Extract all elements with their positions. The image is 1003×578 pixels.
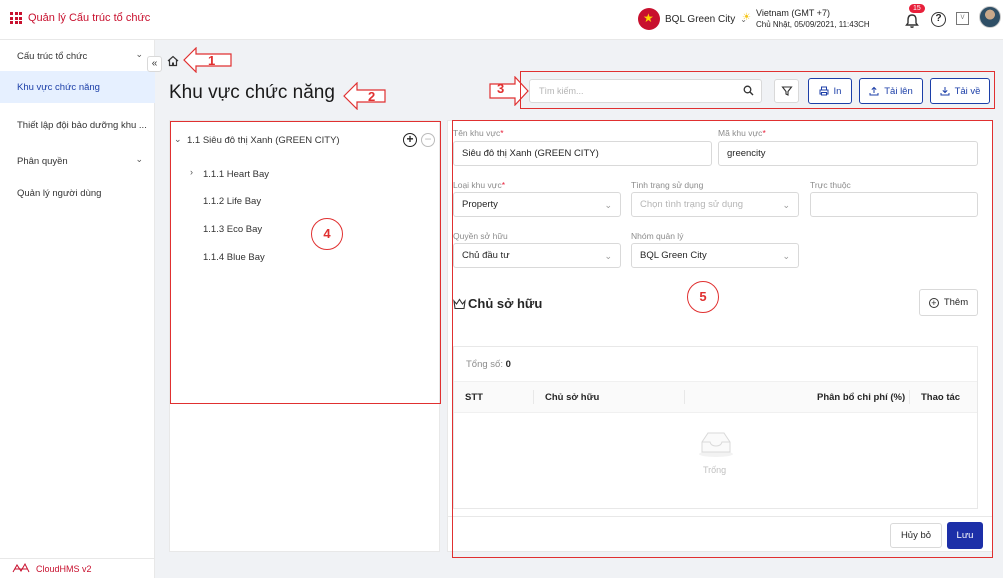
datetime-label: Chủ Nhật, 05/09/2021, 11:43CH (756, 20, 870, 29)
sun-icon: ☀ (742, 12, 751, 23)
apps-grid-icon[interactable] (10, 12, 22, 24)
footer-brand: CloudHMS v2 (36, 563, 92, 574)
sidebar-item-label: Quản lý người dùng (17, 187, 102, 199)
bell-icon[interactable] (904, 13, 920, 29)
collapse-sidebar-button[interactable]: « (147, 56, 162, 72)
sidebar-footer: CloudHMS v2 (0, 558, 155, 578)
sidebar-item-permissions[interactable]: Phân quyền ⌄ (0, 145, 155, 177)
annotation-marker-5: 5 (687, 281, 719, 313)
sidebar-item-label: Phân quyền (17, 155, 68, 167)
user-avatar[interactable] (979, 6, 1001, 28)
org-logo-icon (638, 8, 660, 30)
sidebar-item-user-management[interactable]: Quản lý người dùng (0, 177, 155, 209)
annotation-marker-2: 2 (368, 89, 376, 104)
notification-badge: 15 (909, 4, 925, 13)
annotation-box-toolbar (520, 71, 995, 109)
app-title[interactable]: Quản lý Cấu trúc tổ chức (10, 12, 150, 24)
annotation-arrow-left-icon (343, 82, 386, 110)
org-name: BQL Green City (665, 13, 736, 25)
annotation-marker-4: 4 (311, 218, 343, 250)
sidebar: Cấu trúc tổ chức ⌄ Khu vực chức năng Thi… (0, 40, 155, 578)
timezone-block: ☀ Vietnam (GMT +7) Chủ Nhật, 05/09/2021,… (742, 8, 870, 30)
timezone-label: Vietnam (GMT +7) (756, 8, 830, 18)
app-title-text: Quản lý Cấu trúc tổ chức (28, 12, 151, 24)
annotation-marker-1: 1 (208, 53, 216, 68)
sidebar-item-functional-areas[interactable]: Khu vực chức năng (0, 71, 155, 103)
annotation-box-form (452, 120, 993, 558)
sidebar-item-maintenance-team[interactable]: Thiết lập đội bảo dưỡng khu ... (0, 109, 155, 141)
sidebar-item-org-structure[interactable]: Cấu trúc tổ chức ⌄ (0, 40, 155, 72)
chevron-down-icon: ⌄ (135, 49, 143, 59)
org-select[interactable]: BQL Green City ⌄ (638, 8, 747, 30)
page-title: Khu vực chức năng (169, 82, 335, 103)
help-icon[interactable]: ? (931, 12, 946, 27)
chevron-down-icon: ⌄ (135, 154, 143, 164)
annotation-box-tree (170, 121, 441, 404)
sidebar-item-label: Cấu trúc tổ chức (17, 50, 88, 62)
version-box-icon[interactable]: V (956, 12, 969, 25)
home-icon[interactable] (167, 55, 179, 67)
sidebar-item-label: Thiết lập đội bảo dưỡng khu ... (17, 119, 147, 131)
cloudhms-logo-icon (12, 562, 30, 573)
annotation-marker-3: 3 (497, 81, 505, 96)
sidebar-item-label: Khu vực chức năng (17, 81, 100, 93)
